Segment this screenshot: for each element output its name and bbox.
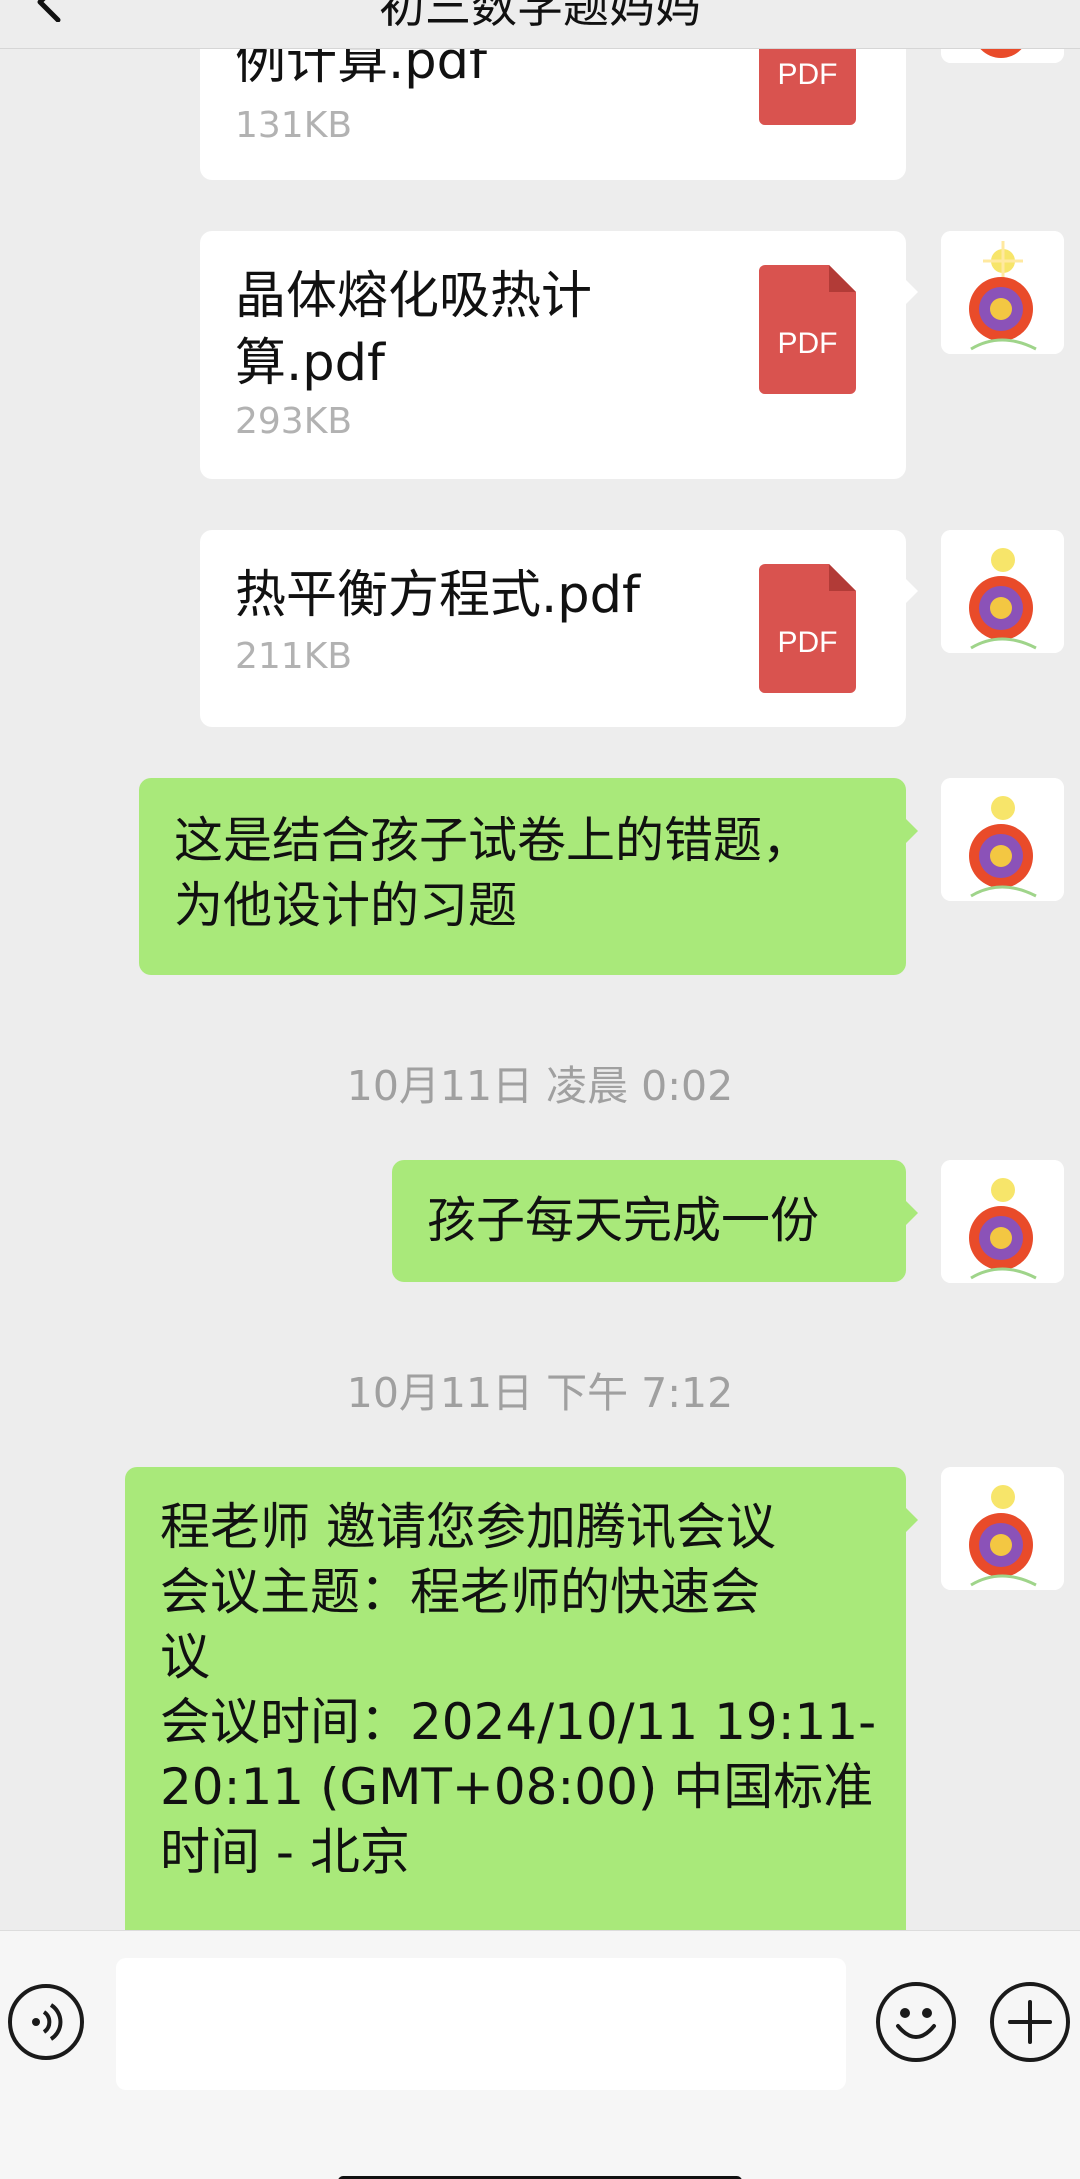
- chat-screen: 例计算.pdf 131KB PDF 晶体熔化吸热计算.pdf 293KB PDF: [0, 0, 1080, 2179]
- pdf-icon: PDF: [759, 265, 856, 394]
- message-line: 孩子每天完成一份: [427, 1192, 820, 1249]
- message-line: 程老师 邀请您参加腾讯会议: [160, 1498, 776, 1556]
- avatar[interactable]: [941, 231, 1064, 354]
- pdf-icon: PDF: [759, 564, 856, 693]
- message-line: 议: [160, 1628, 210, 1686]
- avatar[interactable]: [941, 1467, 1064, 1590]
- file-message[interactable]: 热平衡方程式.pdf 211KB PDF: [200, 530, 918, 727]
- bubble-arrow: [905, 578, 918, 604]
- message-line: 会议时间：2024/10/11 19:11-: [160, 1693, 877, 1751]
- bubble-arrow: [905, 279, 918, 305]
- message-line: 这是结合孩子试卷上的错题，: [174, 812, 812, 869]
- message-line: 20:11 (GMT+08:00) 中国标准: [160, 1758, 874, 1816]
- file-size: 211KB: [235, 636, 353, 677]
- bubble-arrow: [905, 1200, 918, 1226]
- message-timestamp: 10月11日 下午 7:12: [346, 1369, 734, 1417]
- file-name: 晶体熔化吸热计算.pdf: [235, 267, 593, 393]
- file-message[interactable]: 晶体熔化吸热计算.pdf 293KB PDF: [200, 231, 918, 479]
- meeting-invite-message[interactable]: 程老师 邀请您参加腾讯会议 会议主题：程老师的快速会 议 会议时间：2024/1…: [125, 1467, 918, 1930]
- file-size: 293KB: [235, 401, 353, 442]
- avatar[interactable]: [941, 1160, 1064, 1283]
- message-line: 时间 - 北京: [160, 1823, 410, 1881]
- pdf-icon-label: PDF: [777, 626, 838, 659]
- chat-title: 初三数学题妈妈: [379, 0, 701, 33]
- nav-bar: 初三数学题妈妈: [0, 0, 1080, 49]
- input-bar: [0, 1930, 1080, 2179]
- message-line: 为他设计的习题: [174, 877, 518, 934]
- plus-icon[interactable]: [990, 1982, 1070, 2062]
- pdf-icon-label: PDF: [777, 58, 838, 91]
- voice-icon[interactable]: [8, 1984, 84, 2060]
- pdf-icon-label: PDF: [777, 327, 838, 360]
- message-input[interactable]: [116, 1958, 846, 2090]
- text-message[interactable]: 孩子每天完成一份: [392, 1160, 918, 1282]
- message-list[interactable]: 例计算.pdf 131KB PDF 晶体熔化吸热计算.pdf 293KB PDF: [0, 0, 1080, 1930]
- message-timestamp: 10月11日 凌晨 0:02: [346, 1062, 734, 1110]
- emoji-icon[interactable]: [876, 1982, 956, 2062]
- text-message[interactable]: 这是结合孩子试卷上的错题， 为他设计的习题: [139, 778, 918, 975]
- avatar[interactable]: [941, 530, 1064, 653]
- file-name: 热平衡方程式.pdf: [235, 566, 640, 625]
- bubble-arrow: [905, 1507, 918, 1533]
- message-line: 会议主题：程老师的快速会: [160, 1563, 760, 1621]
- avatar[interactable]: [941, 778, 1064, 901]
- bubble-arrow: [905, 818, 918, 844]
- file-size: 131KB: [235, 105, 353, 146]
